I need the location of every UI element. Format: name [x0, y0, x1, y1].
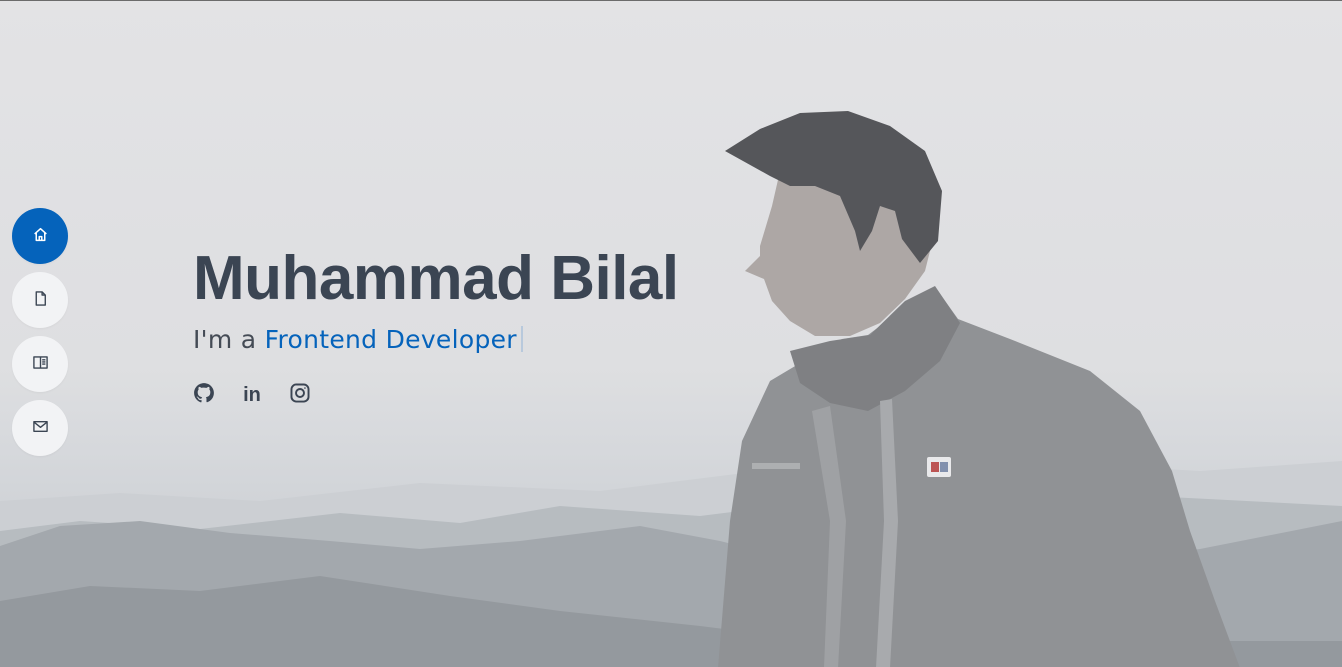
typed-role: Frontend Developer — [264, 325, 517, 354]
nav-portfolio-button[interactable] — [12, 336, 68, 392]
nav-resume-button[interactable] — [12, 272, 68, 328]
intro-prefix: I'm a — [193, 325, 265, 354]
social-links: in — [193, 382, 679, 408]
instagram-icon — [289, 382, 311, 408]
github-icon — [193, 382, 215, 408]
github-link[interactable] — [193, 382, 215, 408]
hero-section: Muhammad Bilal I'm a Frontend Developer … — [0, 0, 1342, 667]
hero-name: Muhammad Bilal — [193, 244, 679, 313]
typing-cursor — [520, 326, 523, 352]
home-icon — [32, 226, 49, 247]
envelope-icon — [32, 418, 49, 439]
side-nav — [12, 208, 68, 464]
file-icon — [32, 290, 49, 311]
instagram-link[interactable] — [289, 382, 311, 408]
nav-home-button[interactable] — [12, 208, 68, 264]
hero-subtitle: I'm a Frontend Developer — [193, 325, 679, 354]
book-icon — [32, 354, 49, 375]
nav-contact-button[interactable] — [12, 400, 68, 456]
hero-content: Muhammad Bilal I'm a Frontend Developer … — [193, 244, 679, 408]
linkedin-link[interactable]: in — [241, 384, 263, 406]
linkedin-icon: in — [243, 384, 261, 406]
